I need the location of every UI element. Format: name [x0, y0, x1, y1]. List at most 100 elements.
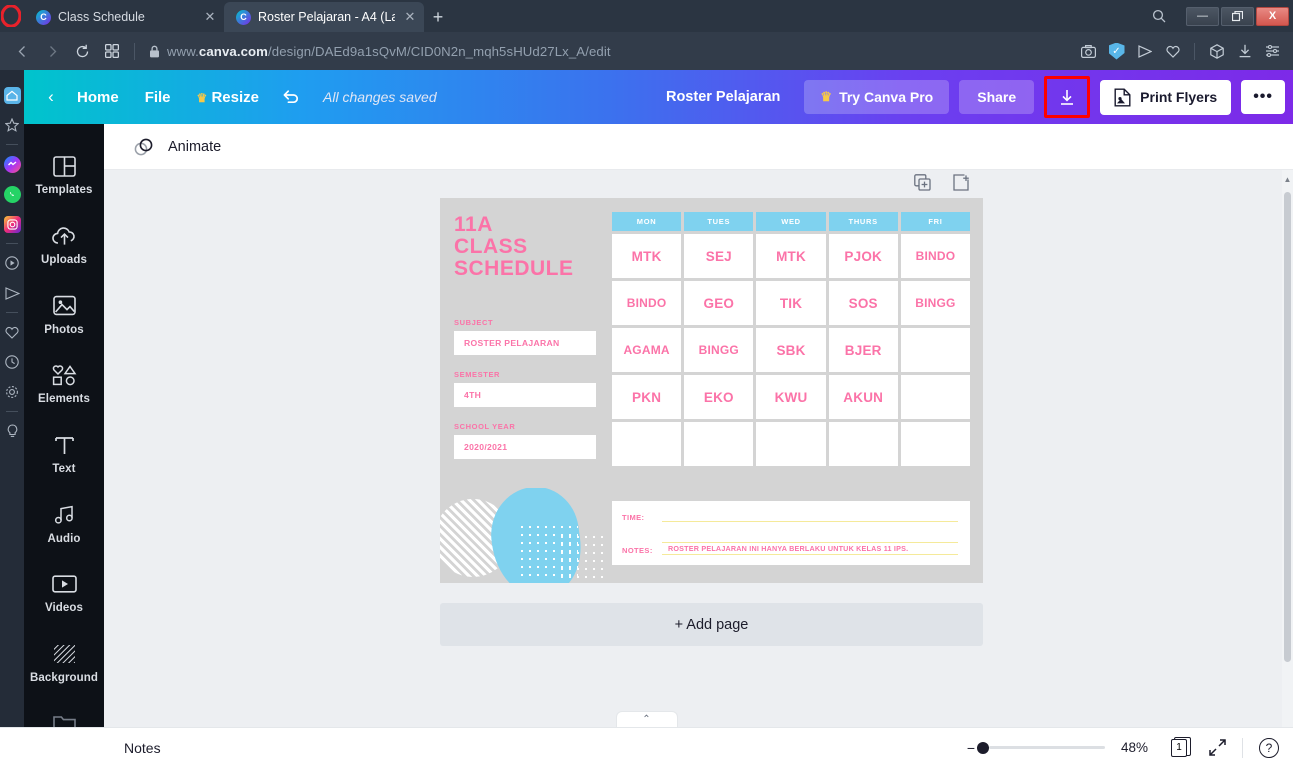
home-button[interactable]: Home	[64, 82, 132, 113]
schedule-table[interactable]: MON TUES WED THURS FRI MTK SEJ MTK PJOK …	[612, 212, 971, 466]
back-arrow-icon[interactable]: ‹	[38, 87, 64, 107]
search-icon[interactable]	[1152, 9, 1186, 23]
design-field-school-year[interactable]: SCHOOL YEAR 2020/2021	[454, 422, 596, 459]
page-manager-button[interactable]: 1	[1171, 736, 1193, 759]
player-icon[interactable]	[1, 248, 23, 278]
close-icon[interactable]: ✕	[202, 9, 218, 25]
canvas-area[interactable]: 11A CLASS SCHEDULE SUBJECT ROSTER PELAJA…	[104, 170, 1293, 767]
try-canva-pro-button[interactable]: ♛ Try Canva Pro	[804, 80, 950, 114]
design-page[interactable]: 11A CLASS SCHEDULE SUBJECT ROSTER PELAJA…	[440, 198, 983, 583]
notes-line[interactable]: ROSTER PELAJARAN INI HANYA BERLAKU UNTUK…	[662, 543, 958, 555]
design-field-subject[interactable]: SUBJECT ROSTER PELAJARAN	[454, 318, 596, 355]
schedule-cell[interactable]	[684, 422, 754, 466]
field-value[interactable]: 4TH	[454, 383, 596, 407]
schedule-cell[interactable]: EKO	[684, 375, 754, 419]
schedule-cell[interactable]: GEO	[684, 281, 754, 325]
schedule-cell[interactable]	[828, 422, 898, 466]
sidebar-item-uploads[interactable]: Uploads	[24, 210, 104, 280]
sidebar-item-elements[interactable]: Elements	[24, 349, 104, 419]
restore-button[interactable]	[1221, 6, 1254, 26]
schedule-cell[interactable]: BINGG	[684, 328, 754, 372]
vertical-scrollbar[interactable]: ▲ ▼	[1282, 170, 1293, 767]
time-line[interactable]	[662, 510, 958, 522]
schedule-cell[interactable]: MTK	[612, 234, 682, 278]
tips-icon[interactable]	[1, 416, 23, 446]
forward-button[interactable]	[38, 37, 66, 65]
messenger-icon[interactable]	[1, 149, 23, 179]
schedule-cell[interactable]: PJOK	[828, 234, 898, 278]
schedule-cell[interactable]: PKN	[612, 375, 682, 419]
scroll-up-arrow[interactable]: ▲	[1282, 173, 1293, 186]
new-tab-button[interactable]: +	[424, 2, 452, 32]
share-button[interactable]: Share	[959, 80, 1035, 114]
schedule-cell[interactable]: BINDO	[612, 281, 682, 325]
schedule-cell[interactable]: BINDO	[900, 234, 971, 278]
instagram-icon[interactable]	[1, 209, 23, 239]
tab-roster-pelajaran[interactable]: C Roster Pelajaran - A4 (Land ✕	[224, 2, 424, 32]
telegram-icon[interactable]	[1, 278, 23, 308]
download-icon[interactable]	[1232, 38, 1257, 64]
sidebar-item-background[interactable]: Background	[24, 628, 104, 698]
zoom-slider[interactable]: −	[967, 740, 1105, 756]
minimize-button[interactable]: —	[1186, 6, 1219, 26]
heart-icon[interactable]	[1160, 38, 1185, 64]
schedule-cell[interactable]: SBK	[756, 328, 826, 372]
close-window-button[interactable]: X	[1256, 6, 1289, 26]
expand-icon[interactable]	[1209, 739, 1226, 756]
schedule-cell[interactable]: SEJ	[684, 234, 754, 278]
schedule-cell[interactable]	[900, 422, 971, 466]
help-icon[interactable]: ?	[1259, 737, 1279, 758]
download-button[interactable]	[1044, 76, 1091, 118]
schedule-cell[interactable]	[900, 375, 971, 419]
schedule-cell[interactable]: MTK	[756, 234, 826, 278]
sidebar-item-photos[interactable]: Photos	[24, 279, 104, 349]
animate-label[interactable]: Animate	[168, 139, 221, 155]
camera-icon[interactable]	[1076, 38, 1101, 64]
add-page-icon[interactable]	[953, 174, 970, 191]
back-button[interactable]	[8, 37, 36, 65]
star-icon[interactable]	[1, 110, 23, 140]
heart-icon[interactable]	[1, 317, 23, 347]
shield-icon[interactable]: ✓	[1104, 38, 1129, 64]
zoom-slider-track[interactable]	[989, 746, 1105, 749]
panel-resize-handle[interactable]: ⌃	[615, 711, 678, 727]
sliders-icon[interactable]	[1260, 38, 1285, 64]
zoom-slider-handle[interactable]	[977, 741, 989, 754]
schedule-cell[interactable]	[900, 328, 971, 372]
close-icon[interactable]: ✕	[402, 9, 418, 25]
design-field-semester[interactable]: SEMESTER 4TH	[454, 370, 596, 407]
schedule-cell[interactable]: AGAMA	[612, 328, 682, 372]
settings-icon[interactable]	[1, 377, 23, 407]
tab-class-schedule[interactable]: C Class Schedule ✕	[24, 2, 224, 32]
file-button[interactable]: File	[132, 82, 184, 113]
schedule-cell[interactable]: AKUN	[828, 375, 898, 419]
download-button-highlighted[interactable]	[1044, 76, 1091, 118]
schedule-cell[interactable]: TIK	[756, 281, 826, 325]
cube-icon[interactable]	[1204, 38, 1229, 64]
sidebar-item-videos[interactable]: Videos	[24, 558, 104, 628]
notes-box[interactable]: TIME: NOTES: ROSTER PELAJARAN INI HANYA …	[612, 501, 970, 565]
zoom-out-button[interactable]: −	[967, 740, 975, 756]
sidebar-item-audio[interactable]: Audio	[24, 488, 104, 558]
resize-button[interactable]: ♛ Resize	[184, 82, 272, 113]
animate-icon[interactable]	[134, 137, 156, 157]
undo-icon[interactable]	[272, 89, 310, 105]
url-text[interactable]: www.canva.com/design/DAEd9a1sQvM/CID0N2n…	[167, 44, 611, 59]
reload-button[interactable]	[68, 37, 96, 65]
field-value[interactable]: ROSTER PELAJARAN	[454, 331, 596, 355]
notes-line-top[interactable]	[662, 531, 958, 543]
more-options-button[interactable]: •••	[1241, 80, 1285, 114]
schedule-cell[interactable]: BJER	[828, 328, 898, 372]
print-flyers-button[interactable]: Print Flyers	[1100, 79, 1232, 115]
sidebar-item-text[interactable]: Text	[24, 419, 104, 489]
schedule-cell[interactable]: BINGG	[900, 281, 971, 325]
add-page-button[interactable]: + Add page	[440, 603, 983, 646]
notes-panel-label[interactable]: Notes	[124, 740, 161, 756]
history-icon[interactable]	[1, 347, 23, 377]
document-name[interactable]: Roster Pelajaran	[652, 89, 794, 105]
sidebar-item-templates[interactable]: Templates	[24, 140, 104, 210]
field-value[interactable]: 2020/2021	[454, 435, 596, 459]
home-icon[interactable]	[1, 80, 23, 110]
send-icon[interactable]	[1132, 38, 1157, 64]
duplicate-page-icon[interactable]	[914, 174, 931, 191]
